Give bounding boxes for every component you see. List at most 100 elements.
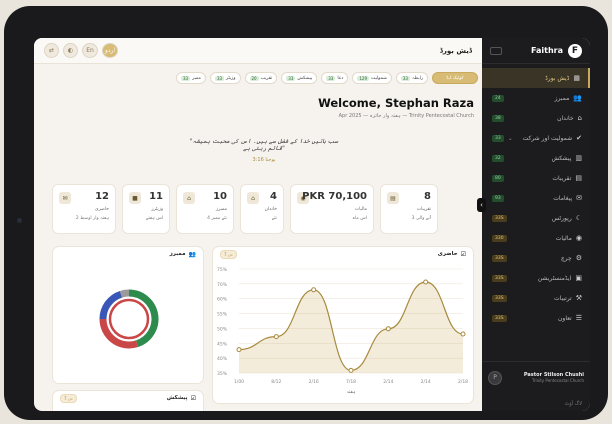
sidebar-item-label: ڈیش بورڈ: [545, 74, 570, 82]
stat-card[interactable]: ✉ 12 حاضری 2 ہفتہ وار اوسط: [52, 184, 116, 234]
y-tick-label: 35%: [217, 371, 228, 377]
line-panel-title: حاضری: [437, 251, 458, 257]
switch-button[interactable]: ⇄: [44, 43, 59, 58]
quick-add-button[interactable]: کوئیک ایڈ: [432, 72, 478, 84]
home-icon: ⌂: [577, 114, 582, 122]
stat-card[interactable]: ◉ PKR 70,100 مالیات اس ماہ: [290, 184, 374, 234]
sidebar-item[interactable]: 330 مالیات ◉: [482, 228, 590, 248]
chip-label: تقریب: [260, 75, 273, 81]
stat-label: مالیات: [354, 207, 367, 212]
sidebar-item[interactable]: 33S ایڈمنسٹریشن ▣: [482, 268, 590, 288]
sidebar-item-label: تعاون: [558, 314, 572, 322]
quick-action-chip[interactable]: 33 وزیٹر: [209, 72, 241, 84]
y-tick-label: 75%: [217, 267, 228, 273]
sidebar-item-label: پیغامات: [553, 194, 573, 202]
attendance-line-chart: 75% 70% 60% 55% 50% 45% 40% 35% 1/00 8/12 2/16 7/18…: [217, 267, 468, 395]
sidebar-item[interactable]: 24 ممبرز 👥: [482, 88, 590, 108]
y-tick-label: 40%: [217, 356, 228, 362]
camera-dot: [17, 218, 22, 223]
stat-card[interactable]: ▤ 8 تقریبات 3 آنے والی: [380, 184, 438, 234]
offerings-range-pill[interactable]: 7 دن: [60, 393, 77, 403]
sidebar-user-card[interactable]: P Pastor Stilson Chushi Trinity Pentecos…: [482, 361, 590, 393]
sidebar-toggle-button[interactable]: [490, 46, 502, 55]
donut-segment: [99, 318, 139, 349]
welcome-heading: Welcome, Stephan Raza: [318, 96, 474, 110]
top-actions: ⇄ ◐ En اردو: [44, 43, 118, 58]
chip-badge: 33: [400, 75, 410, 81]
checkbox-icon: ☑: [460, 250, 466, 258]
data-point[interactable]: [460, 331, 466, 337]
data-point[interactable]: [348, 367, 354, 373]
sidebar-collapse-handle[interactable]: ‹: [477, 198, 486, 212]
tablet-bezel: ⇄ ◐ En اردو ڈیش بورڈ 33 ممبر 33 وزیٹر 20 تقری…: [4, 6, 608, 420]
sidebar-item-label: ممبرز: [554, 94, 570, 102]
data-point[interactable]: [273, 334, 279, 340]
quick-action-chip[interactable]: 129 شمولیت: [352, 72, 392, 84]
quick-action-chip[interactable]: 20 تقریب: [244, 72, 278, 84]
quick-action-chip[interactable]: 33 رابطہ: [395, 72, 428, 84]
welcome-subtitle: Apr 2025 — ہفتہ وار جائزہ — Trinity Pent…: [338, 113, 474, 119]
app-screen: ⇄ ◐ En اردو ڈیش بورڈ 33 ممبر 33 وزیٹر 20 تقری…: [34, 38, 590, 411]
quick-action-chip[interactable]: 33 پیشکش: [281, 72, 318, 84]
x-tick-label: 1/00: [234, 379, 244, 385]
stat-subtext: 4 نئے ممبر: [207, 216, 227, 221]
members-donut-panel: ممبرز 👥: [52, 246, 204, 384]
x-tick-label: 8/12: [271, 379, 281, 385]
y-tick-label: 50%: [217, 326, 228, 332]
stat-label: حاضری: [95, 207, 109, 212]
chip-label: دعا: [337, 75, 344, 81]
data-point[interactable]: [385, 326, 391, 332]
sidebar: Faithra F ڈیش بورڈ ▦ 24 ممبرز 👥 38 خاندان ⌂ 33 ⌄ ش…: [482, 38, 590, 411]
offerings-panel-title: پیشکش: [166, 395, 188, 401]
nav-badge: 33S: [492, 314, 507, 322]
sidebar-item[interactable]: ڈیش بورڈ ▦: [482, 68, 590, 88]
range-pill[interactable]: 7 دن: [220, 249, 237, 259]
quick-actions-row: 33 ممبر 33 وزیٹر 20 تقریب 33 پیشکش 33 دعا 129 شمولی…: [44, 72, 478, 86]
people-icon: 👥: [573, 94, 582, 102]
data-point[interactable]: [236, 347, 242, 353]
offerings-panel: 7 دن پیشکش ☑: [52, 390, 204, 411]
sidebar-nav: ڈیش بورڈ ▦ 24 ممبرز 👥 38 خاندان ⌂ 33 ⌄ شمولیت اور …: [482, 64, 590, 328]
sidebar-item[interactable]: 33S رپورٹس ☾: [482, 208, 590, 228]
sidebar-item-label: ترتیبات: [553, 294, 572, 302]
stat-value: 4: [270, 191, 277, 202]
grid-icon: ▦: [573, 74, 580, 82]
stat-subtext: نئے: [271, 216, 277, 221]
calendar-icon: ▤: [575, 174, 582, 182]
sidebar-item-label: ایڈمنسٹریشن: [537, 274, 572, 282]
y-tick-label: 60%: [217, 297, 228, 303]
language-ur-button[interactable]: اردو: [102, 43, 118, 58]
sidebar-item[interactable]: 33S ترتیبات ⚒: [482, 288, 590, 308]
stat-card[interactable]: ⌂ 10 ممبرز 4 نئے ممبر: [176, 184, 234, 234]
quick-action-chip[interactable]: 33 ممبر: [176, 72, 206, 84]
stat-card[interactable]: ■ 11 وزیٹرز اس ہفتے: [122, 184, 170, 234]
chip-badge: 20: [249, 75, 259, 81]
stat-value: 12: [95, 191, 109, 202]
quick-action-chip[interactable]: 33 دعا: [321, 72, 349, 84]
flag-icon: ■: [129, 192, 141, 204]
sidebar-item[interactable]: 93 پیغامات ✉: [482, 188, 590, 208]
stat-label: وزیٹرز: [151, 207, 163, 212]
sidebar-item[interactable]: 32 پیشکش ▥: [482, 148, 590, 168]
calendar-icon: ▤: [387, 192, 399, 204]
x-tick-label: 2/16: [309, 379, 319, 385]
theme-toggle-button[interactable]: ◐: [63, 43, 78, 58]
sidebar-item-label: خاندان: [557, 114, 574, 122]
sidebar-item[interactable]: 33S چرچ ⚙: [482, 248, 590, 268]
language-en-button[interactable]: En: [82, 43, 98, 58]
brand-name: Faithra: [531, 46, 563, 55]
stat-label: تقریبات: [416, 207, 431, 212]
sidebar-item[interactable]: 33 ⌄ شمولیت اور شرکت ✔: [482, 128, 590, 148]
x-axis-label: ہفتہ: [347, 390, 356, 395]
stat-value: 8: [424, 191, 431, 202]
avatar: P: [488, 370, 502, 385]
stat-card[interactable]: ⌂ 4 خاندان نئے: [240, 184, 284, 234]
sidebar-item[interactable]: 38 خاندان ⌂: [482, 108, 590, 128]
sidebar-item[interactable]: 80 تقریبات ▤: [482, 168, 590, 188]
data-point[interactable]: [311, 287, 317, 293]
x-tick-label: 2/14: [421, 379, 431, 385]
logout-link[interactable]: لاگ آؤٹ: [565, 401, 582, 407]
sidebar-item[interactable]: 33S تعاون ☰: [482, 308, 590, 328]
list-icon: ☰: [575, 314, 582, 322]
data-point[interactable]: [423, 279, 429, 285]
